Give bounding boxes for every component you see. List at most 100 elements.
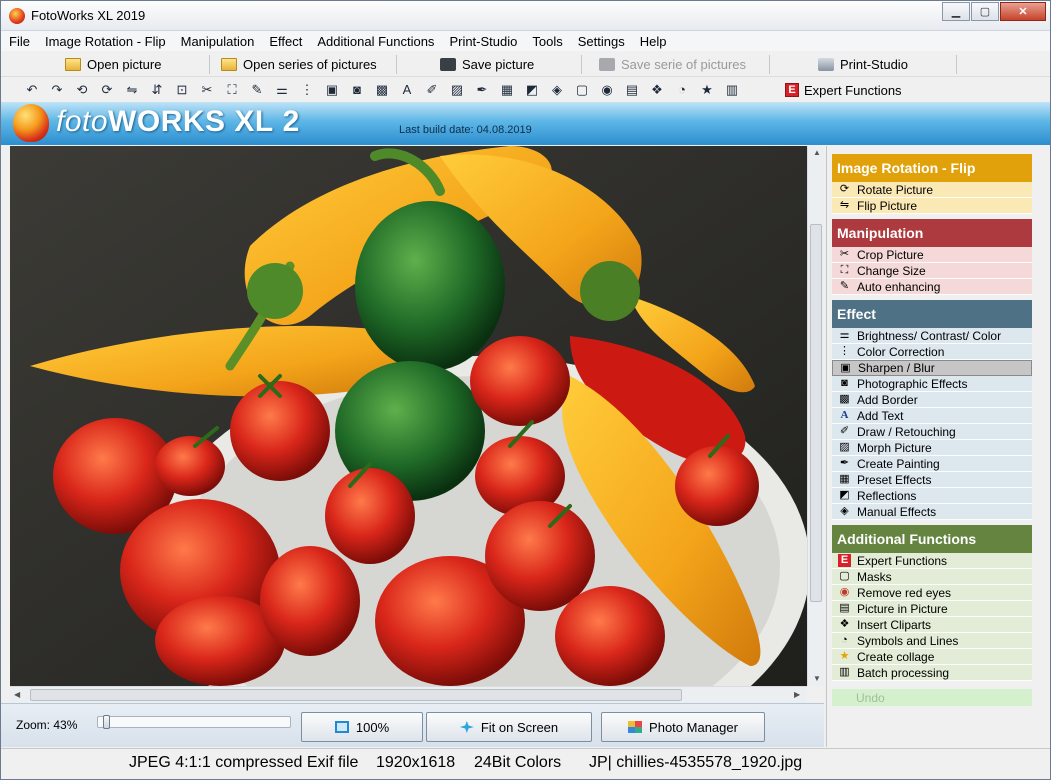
sidebar-item-label: Rotate Picture (857, 182, 934, 197)
border-icon[interactable]: ▩ (374, 82, 390, 98)
sidebar-item-add-border[interactable]: ▩ Add Border (832, 392, 1032, 408)
menu-file[interactable]: File (7, 34, 32, 49)
fit-on-screen-button[interactable]: Fit on Screen (426, 712, 592, 742)
menu-image-rotation[interactable]: Image Rotation - Flip (43, 34, 168, 49)
sidebar-item-masks[interactable]: ▢ Masks (832, 569, 1032, 585)
resize-icon[interactable]: ⛶ (224, 82, 240, 98)
sidebar-item-create-collage[interactable]: ★ Create collage (832, 649, 1032, 665)
sidebar-item-remove-red-eyes[interactable]: ◉ Remove red eyes (832, 585, 1032, 601)
scroll-down-icon[interactable]: ▼ (813, 674, 821, 683)
reflections-icon[interactable]: ◩ (524, 82, 540, 98)
save-picture-button[interactable]: Save picture (440, 54, 534, 75)
menu-manipulation[interactable]: Manipulation (179, 34, 257, 49)
print-studio-button[interactable]: Print-Studio (818, 54, 908, 75)
draw-icon[interactable]: ✐ (424, 82, 440, 98)
status-format: JPEG 4:1:1 compressed Exif file (129, 754, 359, 771)
color-correction-icon[interactable]: ⋮ (299, 82, 315, 98)
photo-effects-icon[interactable]: ◙ (349, 82, 365, 98)
picture-in-picture-icon[interactable]: ▤ (624, 82, 640, 98)
sidebar-item-sharpen-blur[interactable]: ▣ Sharpen / Blur (832, 360, 1032, 376)
group-title[interactable]: Manipulation (832, 219, 1032, 247)
vertical-scrollbar[interactable]: ▲ ▼ (807, 146, 824, 686)
sidebar-item-morph-picture[interactable]: ▨ Morph Picture (832, 440, 1032, 456)
sidebar-item-auto-enhancing[interactable]: ✎ Auto enhancing (832, 279, 1032, 295)
symbols-icon[interactable]: ◔ (674, 82, 690, 98)
scroll-right-icon[interactable]: ▶ (794, 690, 800, 699)
sidebar-item-rotate-picture[interactable]: ⟳ Rotate Picture (832, 182, 1032, 198)
zoom-slider-thumb[interactable] (103, 715, 110, 729)
auto-enhance-icon[interactable]: ✎ (249, 82, 265, 98)
flip-horizontal-icon[interactable]: ⇋ (124, 82, 140, 98)
expert-functions-button[interactable]: E Expert Functions (785, 81, 902, 99)
red-eye-icon[interactable]: ◉ (599, 82, 615, 98)
maximize-button[interactable]: ▢ (971, 2, 999, 21)
horizontal-scroll-thumb[interactable] (30, 689, 682, 701)
sidebar-item-picture-in-picture[interactable]: ▤ Picture in Picture (832, 601, 1032, 617)
morph-icon[interactable]: ▨ (449, 82, 465, 98)
sidebar-item-brightness[interactable]: ⚌ Brightness/ Contrast/ Color (832, 328, 1032, 344)
sidebar-item-label: Brightness/ Contrast/ Color (857, 328, 1002, 343)
sidebar-item-flip-picture[interactable]: ⇋ Flip Picture (832, 198, 1032, 214)
sidebar-item-photographic-effects[interactable]: ◙ Photographic Effects (832, 376, 1032, 392)
group-title[interactable]: Image Rotation - Flip (832, 154, 1032, 182)
photo-manager-label: Photo Manager (649, 719, 738, 735)
open-series-button[interactable]: Open series of pictures (221, 54, 377, 75)
menu-print-studio[interactable]: Print-Studio (447, 34, 519, 49)
sharpen-icon[interactable]: ▣ (324, 82, 340, 98)
sidebar-item-crop-picture[interactable]: ✂ Crop Picture (832, 247, 1032, 263)
sidebar-item-reflections[interactable]: ◩ Reflections (832, 488, 1032, 504)
rotate-cw-icon[interactable]: ⟳ (99, 82, 115, 98)
photo-manager-button[interactable]: Photo Manager (601, 712, 765, 742)
minimize-button[interactable]: ▁ (942, 2, 970, 21)
sidebar-item-label: Auto enhancing (857, 279, 941, 294)
sidebar-item-manual-effects[interactable]: ◈ Manual Effects (832, 504, 1032, 520)
photo-chillies-tomatoes (10, 146, 807, 686)
horizontal-scrollbar[interactable]: ◀ ▶ (10, 686, 807, 703)
zoom-slider[interactable] (97, 715, 291, 729)
scroll-left-icon[interactable]: ◀ (14, 690, 20, 699)
rotate-ccw-icon[interactable]: ⟲ (74, 82, 90, 98)
close-button[interactable]: ✕ (1000, 2, 1046, 21)
menu-help[interactable]: Help (638, 34, 669, 49)
brightness-icon[interactable]: ⚌ (274, 82, 290, 98)
rotate-right-icon[interactable]: ↷ (49, 82, 65, 98)
batch-icon[interactable]: ▥ (724, 82, 740, 98)
sidebar-item-batch-processing[interactable]: ▥ Batch processing (832, 665, 1032, 681)
sidebar-item-change-size[interactable]: ⛶ Change Size (832, 263, 1032, 279)
group-title[interactable]: Effect (832, 300, 1032, 328)
sidebar-item-preset-effects[interactable]: ▦ Preset Effects (832, 472, 1032, 488)
menu-tools[interactable]: Tools (530, 34, 564, 49)
image-canvas[interactable] (10, 146, 807, 686)
group-title[interactable]: Additional Functions (832, 525, 1032, 553)
menu-settings[interactable]: Settings (576, 34, 627, 49)
crop-scissors-icon[interactable]: ✂ (199, 82, 215, 98)
app-window: FotoWorks XL 2019 ▁ ▢ ✕ File Image Rotat… (0, 0, 1051, 780)
painting-icon[interactable]: ✒ (474, 82, 490, 98)
zoom-100-button[interactable]: 100% (301, 712, 423, 742)
flip-vertical-icon[interactable]: ⇵ (149, 82, 165, 98)
save-series-button[interactable]: Save serie of pictures (599, 54, 746, 75)
photo-manager-icon (628, 721, 643, 733)
scroll-up-icon[interactable]: ▲ (813, 148, 821, 157)
sidebar-item-label: Color Correction (857, 344, 945, 359)
sidebar-item-draw-retouching[interactable]: ✐ Draw / Retouching (832, 424, 1032, 440)
menu-additional-functions[interactable]: Additional Functions (315, 34, 436, 49)
open-picture-button[interactable]: Open picture (65, 54, 161, 75)
text-icon[interactable]: A (399, 82, 415, 98)
perspective-icon[interactable]: ⊡ (174, 82, 190, 98)
cliparts-icon[interactable]: ❖ (649, 82, 665, 98)
sidebar-item-expert-functions[interactable]: E Expert Functions (832, 553, 1032, 569)
manual-effects-icon[interactable]: ◈ (549, 82, 565, 98)
rotate-left-icon[interactable]: ↶ (24, 82, 40, 98)
sidebar-item-color-correction[interactable]: ⋮ Color Correction (832, 344, 1032, 360)
collage-star-icon[interactable]: ★ (699, 82, 715, 98)
preset-effects-icon[interactable]: ▦ (499, 82, 515, 98)
menu-effect[interactable]: Effect (267, 34, 304, 49)
sidebar-item-create-painting[interactable]: ✒ Create Painting (832, 456, 1032, 472)
sidebar-item-symbols-lines[interactable]: ◔ Symbols and Lines (832, 633, 1032, 649)
vertical-scroll-thumb[interactable] (810, 224, 822, 602)
undo-button[interactable]: Undo (832, 689, 1032, 706)
sidebar-item-insert-cliparts[interactable]: ❖ Insert Cliparts (832, 617, 1032, 633)
masks-icon[interactable]: ▢ (574, 82, 590, 98)
sidebar-item-add-text[interactable]: A Add Text (832, 408, 1032, 424)
